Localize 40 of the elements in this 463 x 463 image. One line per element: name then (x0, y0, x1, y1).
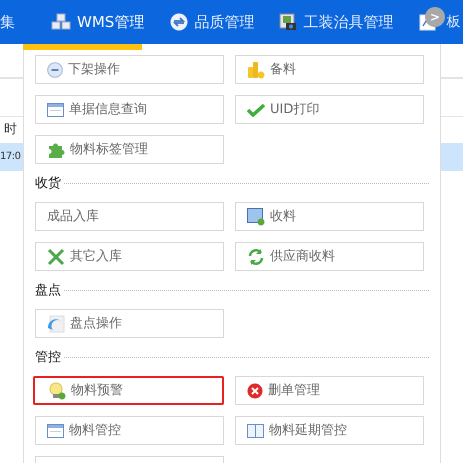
monitor-add-icon (247, 208, 265, 226)
menu-button[interactable]: 单据信息查询 (35, 95, 224, 124)
nav-tab[interactable]: 集 (0, 0, 15, 44)
minus-circle-icon (47, 62, 63, 78)
menu-button[interactable]: 物料管控 (35, 416, 224, 445)
menu-button[interactable]: 成品入库 (35, 202, 224, 231)
checkmark-icon (247, 102, 265, 116)
two-columns-icon (247, 424, 264, 438)
card-icon (47, 102, 64, 116)
cubes-icon (51, 13, 71, 31)
nav-tab[interactable]: WMS管理 (51, 0, 144, 44)
section-title: 盘点 (35, 284, 61, 297)
table-header-cell-text: 时 (4, 121, 17, 139)
puzzle-icon (47, 140, 65, 158)
wave-document-icon (47, 314, 65, 332)
menu-button[interactable]: 备料 (235, 55, 424, 84)
nav-tab[interactable]: 板 (446, 0, 460, 44)
nav-tab[interactable]: 工装治具管理 (279, 0, 394, 44)
menu-button[interactable]: 删单管理 (235, 376, 424, 405)
menu-button[interactable]: 物料标签管理 (35, 135, 224, 164)
menu-button[interactable]: 其它入库 (35, 242, 224, 271)
menu-button[interactable]: 物料延期管控 (235, 416, 424, 445)
menu-button[interactable]: 盘点操作 (35, 309, 224, 338)
menu-button[interactable]: 供应商收料 (235, 242, 424, 271)
section-title: 收货 (35, 177, 61, 190)
refresh-icon (247, 248, 265, 266)
exchange-icon (170, 13, 188, 31)
card-icon (47, 424, 64, 438)
camera-picture-icon (279, 13, 298, 31)
lightbulb-icon (48, 382, 66, 400)
menu-button[interactable]: 物料预警 (33, 376, 224, 405)
menu-button[interactable]: 下架操作 (35, 55, 224, 84)
close-circle-icon (247, 382, 263, 398)
menu-button[interactable]: UID打印 (235, 95, 424, 124)
table-cell-text: 17:0 (0, 150, 20, 164)
menu-button[interactable]: 收料 (235, 202, 424, 231)
coins-icon (247, 60, 265, 78)
nav-tab[interactable]: 品质管理 (170, 0, 254, 44)
section-title: 管控 (35, 351, 61, 364)
arrows-cross-icon (47, 248, 65, 266)
